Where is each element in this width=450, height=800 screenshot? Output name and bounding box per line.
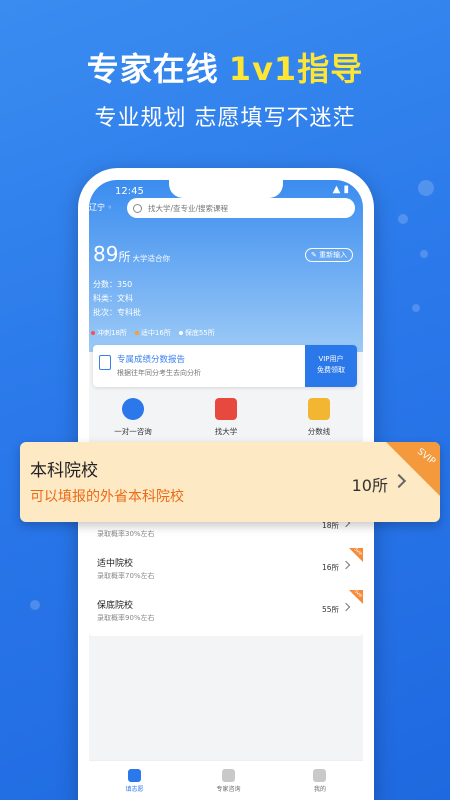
bg-circle: [398, 214, 408, 224]
match-count-text: 大学适合你: [132, 254, 170, 263]
reinput-button[interactable]: ✎ 重新输入: [305, 248, 354, 262]
info-score: 分数：350: [93, 280, 133, 289]
headline-white: 专家在线: [86, 50, 219, 88]
card-title: 本科院校: [30, 461, 98, 481]
card-count: 10所: [351, 476, 388, 495]
list-item[interactable]: 适中院校 录取概率70%左右 16所 SVIP: [97, 548, 363, 590]
row-name: 保底院校: [97, 601, 134, 611]
match-count-unit: 所: [118, 250, 131, 264]
quick-find-label: 找大学: [214, 427, 238, 436]
reinput-label: 重新输入: [319, 251, 348, 259]
info-batch: 批次：专科批: [93, 308, 141, 317]
tab-mine[interactable]: 我的: [313, 768, 327, 793]
svip-corner-badge: SVIP: [349, 548, 363, 562]
region-label: 辽宁: [89, 203, 105, 212]
bg-circle: [420, 250, 428, 258]
quick-consult-label: 一对一咨询: [114, 427, 152, 436]
quick-find-university[interactable]: 找大学: [186, 398, 266, 437]
row-probability: 录取概率70%左右: [97, 572, 155, 580]
vip-line1: VIP用户: [318, 355, 344, 363]
level-reach: 冲刺18所: [91, 328, 127, 338]
edit-icon: ✎: [311, 251, 317, 259]
school-list: 录取概率30%左右 18所 适中院校 录取概率70%左右 16所 SVIP 保底…: [89, 506, 363, 636]
user-icon: [313, 768, 327, 782]
location-icon: ◦: [107, 203, 113, 212]
quick-consult[interactable]: 一对一咨询: [93, 398, 173, 437]
safe-dot-icon: [178, 331, 183, 335]
bg-circle: [418, 180, 434, 196]
row-name: 适中院校: [97, 559, 134, 569]
bg-circle: [412, 304, 420, 312]
status-time: 12:45: [115, 186, 144, 197]
report-title: 专属成绩分数报告: [117, 355, 186, 365]
chevron-right-icon: [341, 560, 351, 570]
calendar-icon: [308, 398, 330, 420]
svip-corner-badge: SVIP: [349, 590, 363, 604]
level-legend: 冲刺18所 适中16所 保底55所: [91, 328, 215, 338]
match-count-number: 89: [93, 242, 119, 266]
level-safe: 保底55所: [178, 328, 215, 338]
tab-fill-application[interactable]: 填志愿: [125, 768, 144, 793]
building-icon: [215, 398, 237, 420]
status-icons: ▲ ▮: [332, 184, 349, 195]
moderate-dot-icon: [134, 331, 139, 335]
list-item[interactable]: 保底院校 录取概率90%左右 55所 SVIP: [97, 590, 363, 632]
region-selector[interactable]: 辽宁 ◦: [89, 202, 112, 213]
quick-score-label: 分数线: [307, 427, 331, 436]
row-probability: 录取概率30%左右: [97, 530, 155, 538]
application-icon: [127, 768, 141, 782]
bottom-tab-bar: 填志愿 专家咨询 我的: [89, 760, 363, 800]
info-subject: 科类：文科: [93, 294, 133, 303]
undergrad-school-card[interactable]: 本科院校 可以填报的外省本科院校 10所 SVIP: [20, 442, 440, 522]
headline-yellow: 1v1指导: [228, 50, 364, 88]
card-subtitle: 可以填报的外省本科院校: [30, 489, 184, 505]
reach-dot-icon: [91, 331, 95, 335]
tab-expert-consult[interactable]: 专家咨询: [216, 768, 241, 793]
vip-line2: 免费领取: [317, 366, 345, 374]
row-count: 55所: [321, 605, 339, 614]
level-moderate: 适中16所: [134, 328, 171, 338]
document-icon: [99, 355, 111, 370]
vip-claim-button[interactable]: VIP用户 免费领取: [305, 345, 357, 387]
svip-corner-badge: SVIP: [386, 442, 440, 496]
quick-score-line[interactable]: 分数线: [279, 398, 359, 437]
row-count: 16所: [321, 563, 339, 572]
score-report-card[interactable]: 专属成绩分数报告 根据往年同分考生去向分析 VIP用户 免费领取: [93, 345, 357, 387]
expert-avatar-icon: [122, 398, 144, 420]
search-input[interactable]: [148, 203, 328, 213]
expert-icon: [221, 768, 235, 782]
promo-headline: 专家在线 1v1指导: [0, 44, 450, 90]
report-subtitle: 根据往年同分考生去向分析: [117, 369, 201, 377]
chevron-right-icon: [341, 602, 351, 612]
phone-notch: [169, 180, 283, 198]
match-count: 89所 大学适合你: [93, 242, 170, 266]
search-icon: [133, 203, 142, 213]
search-bar[interactable]: [127, 198, 355, 218]
row-probability: 录取概率90%左右: [97, 614, 155, 622]
chevron-right-icon: [391, 473, 407, 489]
promo-subline: 专业规划 志愿填写不迷茫: [94, 106, 356, 131]
bg-circle: [30, 600, 40, 610]
